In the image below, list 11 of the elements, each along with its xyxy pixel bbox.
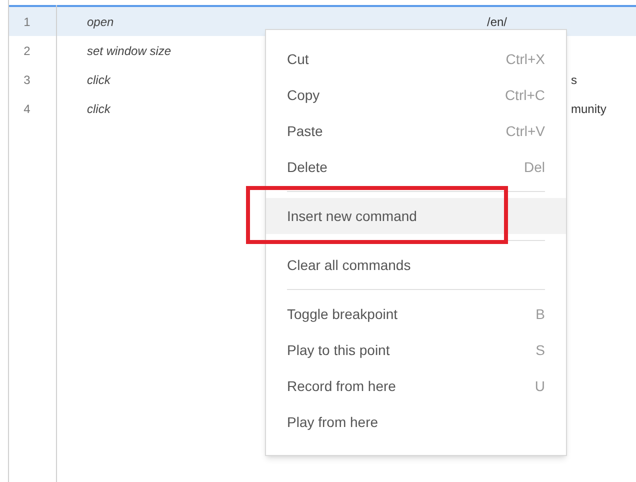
target-cell-text: /en/	[487, 14, 508, 30]
line-number: 4	[22, 100, 32, 118]
line-number: 2	[22, 42, 32, 60]
command-cell: click	[87, 102, 110, 116]
target-cell-text: munity	[571, 100, 606, 118]
line-number: 1	[22, 14, 32, 30]
command-cell: open	[87, 14, 114, 28]
target-cell-text: s	[571, 72, 577, 88]
command-cell: set window size	[87, 44, 172, 58]
command-cell: click	[87, 72, 110, 86]
line-number: 3	[22, 72, 32, 88]
